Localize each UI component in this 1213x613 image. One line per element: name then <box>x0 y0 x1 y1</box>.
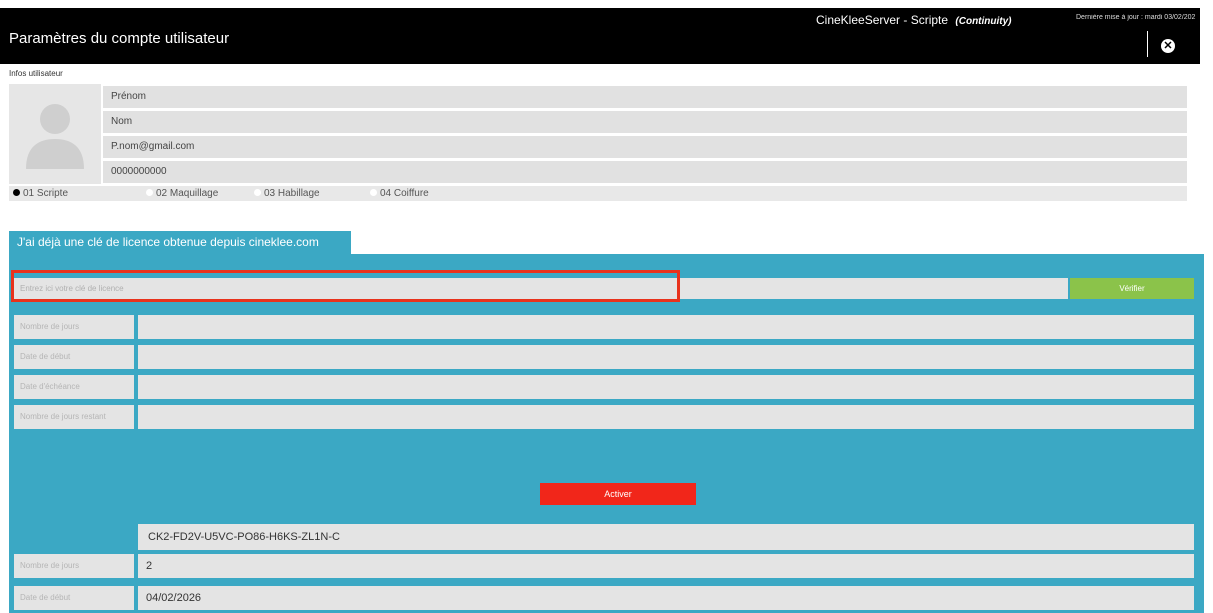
expiry-date-label: Date d'échéance <box>14 375 134 399</box>
radio-icon <box>370 188 377 196</box>
first-name-field[interactable]: Prénom <box>103 86 1187 108</box>
role-label: 01 Scripte <box>23 188 69 199</box>
remaining-days-field[interactable] <box>138 405 1194 429</box>
app-title: CineKleeServer - Scripte (Continuity) <box>816 13 1012 27</box>
window-title: Paramètres du compte utilisateur <box>9 30 230 47</box>
header-divider <box>1147 31 1148 57</box>
remaining-days-label: Nombre de jours restant <box>14 405 134 429</box>
active-start-date-label: Date de début <box>14 586 134 610</box>
radio-icon <box>254 188 261 196</box>
last-name-field[interactable]: Nom <box>103 111 1187 133</box>
radio-selected-icon <box>13 188 20 196</box>
role-selector: 01 Scripte 02 Maquillage 03 Habillage 04… <box>9 186 1187 201</box>
days-count-field[interactable] <box>138 315 1194 339</box>
verify-button[interactable]: Vérifier <box>1070 278 1194 299</box>
role-label: 03 Habillage <box>264 188 320 199</box>
radio-icon <box>146 188 153 196</box>
app-mode: (Continuity) <box>955 16 1012 27</box>
role-label: 02 Maquillage <box>156 188 219 199</box>
start-date-label: Date de début <box>14 345 134 369</box>
expiry-date-field[interactable] <box>138 375 1194 399</box>
role-option-scripte[interactable]: 01 Scripte <box>13 186 68 201</box>
title-bar: Paramètres du compte utilisateur CineKle… <box>0 8 1200 64</box>
license-key-display[interactable]: CK2-FD2V-U5VC-PO86-H6KS-ZL1N-C <box>138 524 1194 550</box>
tab-existing-license[interactable]: J'ai déjà une clé de licence obtenue dep… <box>9 231 351 254</box>
close-icon[interactable]: ✕ <box>1161 39 1175 53</box>
days-count-label: Nombre de jours <box>14 315 134 339</box>
start-date-field[interactable] <box>138 345 1194 369</box>
role-option-coiffure[interactable]: 04 Coiffure <box>370 186 429 201</box>
active-start-date-field[interactable]: 04/02/2026 <box>138 586 1194 610</box>
active-days-count-label: Nombre de jours <box>14 554 134 578</box>
user-silhouette-icon <box>26 104 84 169</box>
app-name: CineKleeServer - Scripte <box>816 13 949 27</box>
email-field[interactable]: P.nom@gmail.com <box>103 136 1187 158</box>
last-update-text: Dernière mise à jour : mardi 03/02/202 <box>1076 14 1196 21</box>
role-option-habillage[interactable]: 03 Habillage <box>254 186 320 201</box>
license-key-input[interactable] <box>14 278 1068 299</box>
role-option-maquillage[interactable]: 02 Maquillage <box>146 186 218 201</box>
phone-field[interactable]: 0000000000 <box>103 161 1187 183</box>
avatar[interactable] <box>9 84 101 184</box>
section-label-user-info: Infos utilisateur <box>9 69 63 78</box>
activate-button[interactable]: Activer <box>540 483 696 505</box>
role-label: 04 Coiffure <box>380 188 429 199</box>
active-days-count-field[interactable]: 2 <box>138 554 1194 578</box>
